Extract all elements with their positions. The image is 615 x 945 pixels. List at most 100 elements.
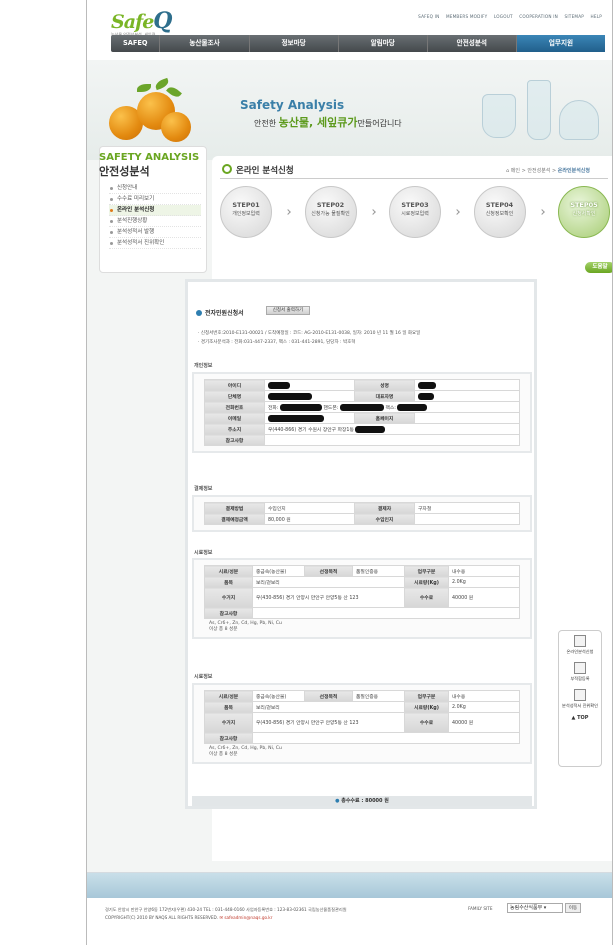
banner-title: Safety Analysis bbox=[240, 98, 345, 112]
banner-subtitle: 안전한 농산물, 세잎큐가만들어갑니다 bbox=[254, 116, 402, 129]
quick-menu: 온라인분석신청 부적합등록 분석성적서 진위확인 ▲ TOP bbox=[558, 630, 602, 767]
top-link-safeq-in[interactable]: SAFEQ IN bbox=[418, 14, 439, 19]
chevron-right-icon bbox=[454, 209, 461, 215]
sidebar-item-fee-preview[interactable]: 수수료 미리보기 bbox=[109, 194, 201, 205]
family-site-go-button[interactable]: 이동 bbox=[565, 903, 581, 913]
total-fee: 총수수료 : 80000 원 bbox=[192, 796, 532, 806]
nav-safeq[interactable]: SAFEQ bbox=[111, 35, 161, 52]
step-1: STEP01 개인정보입력 bbox=[220, 186, 272, 238]
purpose-value: 품질인증용 bbox=[352, 690, 405, 702]
chevron-down-icon: ▾ bbox=[543, 905, 547, 911]
document-title: 전자민원신청서 bbox=[196, 308, 244, 317]
sample-info-table: 시료/성분 중금속(농산물) 선정목적 품질인증용 업무구분 내수용 품목 보리… bbox=[204, 690, 520, 744]
redacted-mark bbox=[355, 425, 386, 433]
rep-value bbox=[414, 390, 520, 402]
sample-info-box: 시료/성분 중금속(농산물) 선정목적 품질인증용 업무구분 내수용 품목 보리… bbox=[192, 683, 532, 764]
step-indicator: STEP01 개인정보입력 STEP02 신청가능 물질확인 STEP03 시료정보입… bbox=[220, 186, 610, 244]
payment-method-value: 수입인지 bbox=[264, 502, 355, 514]
reference-label: 참고사항 bbox=[204, 434, 265, 446]
homepage-value bbox=[414, 412, 520, 424]
scroll-top-button[interactable]: ▲ TOP bbox=[559, 712, 601, 721]
stamp-label: 수입인지 bbox=[354, 513, 415, 525]
sidebar-nav: 신청안내 수수료 미리보기 온라인 분석신청 분석진행상황 분석성적서 발행 분… bbox=[109, 183, 201, 249]
collection-site-value: 우(430-856) 경기 안양시 만안구 안양5동 산 123 bbox=[252, 587, 405, 608]
sample-reference-label: 참고사항 bbox=[204, 732, 253, 744]
sample-type-label: 시료/성분 bbox=[204, 565, 253, 577]
breadcrumb-current: 온라인분석신청 bbox=[557, 168, 590, 174]
sample-reference-label: 참고사항 bbox=[204, 607, 253, 619]
help-button[interactable]: 도움말 bbox=[585, 262, 612, 273]
redacted-mark bbox=[397, 403, 428, 411]
rep-label: 대표자명 bbox=[354, 390, 415, 402]
name-value bbox=[414, 379, 520, 391]
redacted-mark bbox=[268, 414, 324, 422]
home-icon: ⌂ bbox=[506, 168, 510, 174]
chevron-right-icon bbox=[369, 209, 376, 215]
breadcrumb-mid[interactable]: 안전성분석 bbox=[527, 168, 550, 174]
nav-info[interactable]: 정보마당 bbox=[250, 35, 339, 52]
sample-type-value: 중금속(농산물) bbox=[252, 565, 305, 577]
flask-image bbox=[482, 94, 516, 138]
redacted-mark bbox=[279, 403, 322, 411]
quick-online-apply[interactable]: 온라인분석신청 bbox=[559, 631, 601, 658]
chevron-right-icon bbox=[538, 209, 545, 215]
address-label: 주소지 bbox=[204, 423, 265, 435]
chevron-right-icon bbox=[285, 209, 292, 215]
sidebar-item-online-apply[interactable]: 온라인 분석신청 bbox=[109, 205, 201, 216]
top-link-members-modify[interactable]: MEMBERS MODIFY bbox=[446, 14, 487, 19]
item-value: 보리/겉보리 bbox=[252, 701, 405, 713]
footer: 경기도 안양시 만안구 안양6동 172번지(우편) 430-24 TEL : … bbox=[87, 872, 612, 945]
biz-type-value: 내수용 bbox=[448, 690, 520, 702]
admin-email-link[interactable]: safeadmin@naqs.go.kr bbox=[224, 915, 272, 920]
sample-info-table: 시료/성분 중금속(농산물) 선정목적 품질인증용 업무구분 내수용 품목 보리… bbox=[204, 565, 520, 619]
step-4: STEP04 신청정보확인 bbox=[473, 186, 526, 238]
quick-nonconformity[interactable]: 부적합등록 bbox=[559, 658, 601, 685]
sidebar-title-en: SAFETY ANALYSIS bbox=[99, 152, 200, 163]
redacted-mark bbox=[339, 403, 384, 411]
nav-survey[interactable]: 농산물조사 bbox=[160, 35, 250, 52]
sidebar-item-guide[interactable]: 신청안내 bbox=[109, 183, 201, 194]
main-nav: SAFEQ 농산물조사 정보마당 알림마당 안전성분석 업무지원 bbox=[111, 35, 605, 52]
sidebar-title: 안전성분석 bbox=[99, 165, 150, 178]
sidebar-item-report-verify[interactable]: 분석성적서 진위확인 bbox=[109, 238, 201, 249]
top-link-help[interactable]: HELP bbox=[591, 14, 602, 19]
purpose-label: 선정목적 bbox=[304, 690, 353, 702]
stamp-value bbox=[414, 513, 520, 525]
top-link-cooperation[interactable]: COOPERATION IN bbox=[519, 14, 558, 19]
nav-support[interactable]: 업무지원 bbox=[516, 35, 605, 52]
section-title-sample: 시료정보 bbox=[194, 550, 213, 556]
address-value: 우(440-866) 경기 수원시 장안구 파장1동 bbox=[264, 423, 520, 435]
org-value bbox=[264, 390, 355, 402]
collection-site-label: 수거지 bbox=[204, 587, 253, 608]
breadcrumb-home[interactable]: 메인 bbox=[511, 168, 520, 174]
monitor-icon bbox=[574, 662, 586, 674]
top-link-sitemap[interactable]: SITEMAP bbox=[565, 14, 585, 19]
sample-reference-value bbox=[252, 732, 520, 744]
section-title-personal: 개인정보 bbox=[194, 363, 213, 369]
payment-method-label: 결제방법 bbox=[204, 502, 265, 514]
page-frame: SafeQ 농산물 안전성분석, 세잎큐 SAFEQ IN MEMBERS MO… bbox=[86, 0, 613, 945]
print-button[interactable]: 신청서 출력하기 bbox=[266, 306, 310, 315]
application-document: 전자민원신청서 신청서 출력하기 · 신청서번호:2010-E131-00021… bbox=[185, 279, 537, 809]
payer-value: 구자철 bbox=[414, 502, 520, 514]
nav-notice[interactable]: 알림마당 bbox=[339, 35, 428, 52]
quantity-label: 시료량(Kg) bbox=[404, 576, 449, 588]
quick-report-verify[interactable]: 분석성적서 진위확인 bbox=[559, 685, 601, 712]
payment-info-box: 결제방법 수입인지 결제자 구자철 결제예정금액 80,000 원 수입인지 bbox=[192, 495, 532, 532]
nav-analysis[interactable]: 안전성분석 bbox=[428, 35, 517, 52]
top-link-logout[interactable]: LOGOUT bbox=[494, 14, 513, 19]
step-2: STEP02 신청가능 물질확인 bbox=[304, 186, 357, 238]
analysis-components: As, Cr6+, Zn, Cd, Hg, Pb, Ni, Cu 이상 총 8 … bbox=[209, 746, 282, 757]
collection-site-label: 수거지 bbox=[204, 712, 253, 733]
quantity-label: 시료량(Kg) bbox=[404, 701, 449, 713]
sample-reference-value bbox=[252, 607, 520, 619]
sidebar-item-progress[interactable]: 분석진행상황 bbox=[109, 216, 201, 227]
family-site-select[interactable]: 농림수산식품부 ▾ bbox=[507, 903, 563, 913]
biz-type-value: 내수용 bbox=[448, 565, 520, 577]
page-title: 온라인 분석신청 bbox=[222, 164, 294, 176]
sidebar-item-report-issue[interactable]: 분석성적서 발행 bbox=[109, 227, 201, 238]
redacted-mark bbox=[418, 381, 436, 389]
sample-type-value: 중금속(농산물) bbox=[252, 690, 305, 702]
banner: Safety Analysis 안전한 농산물, 세잎큐가만들어갑니다 bbox=[87, 60, 612, 160]
fruit-image bbox=[107, 77, 197, 152]
